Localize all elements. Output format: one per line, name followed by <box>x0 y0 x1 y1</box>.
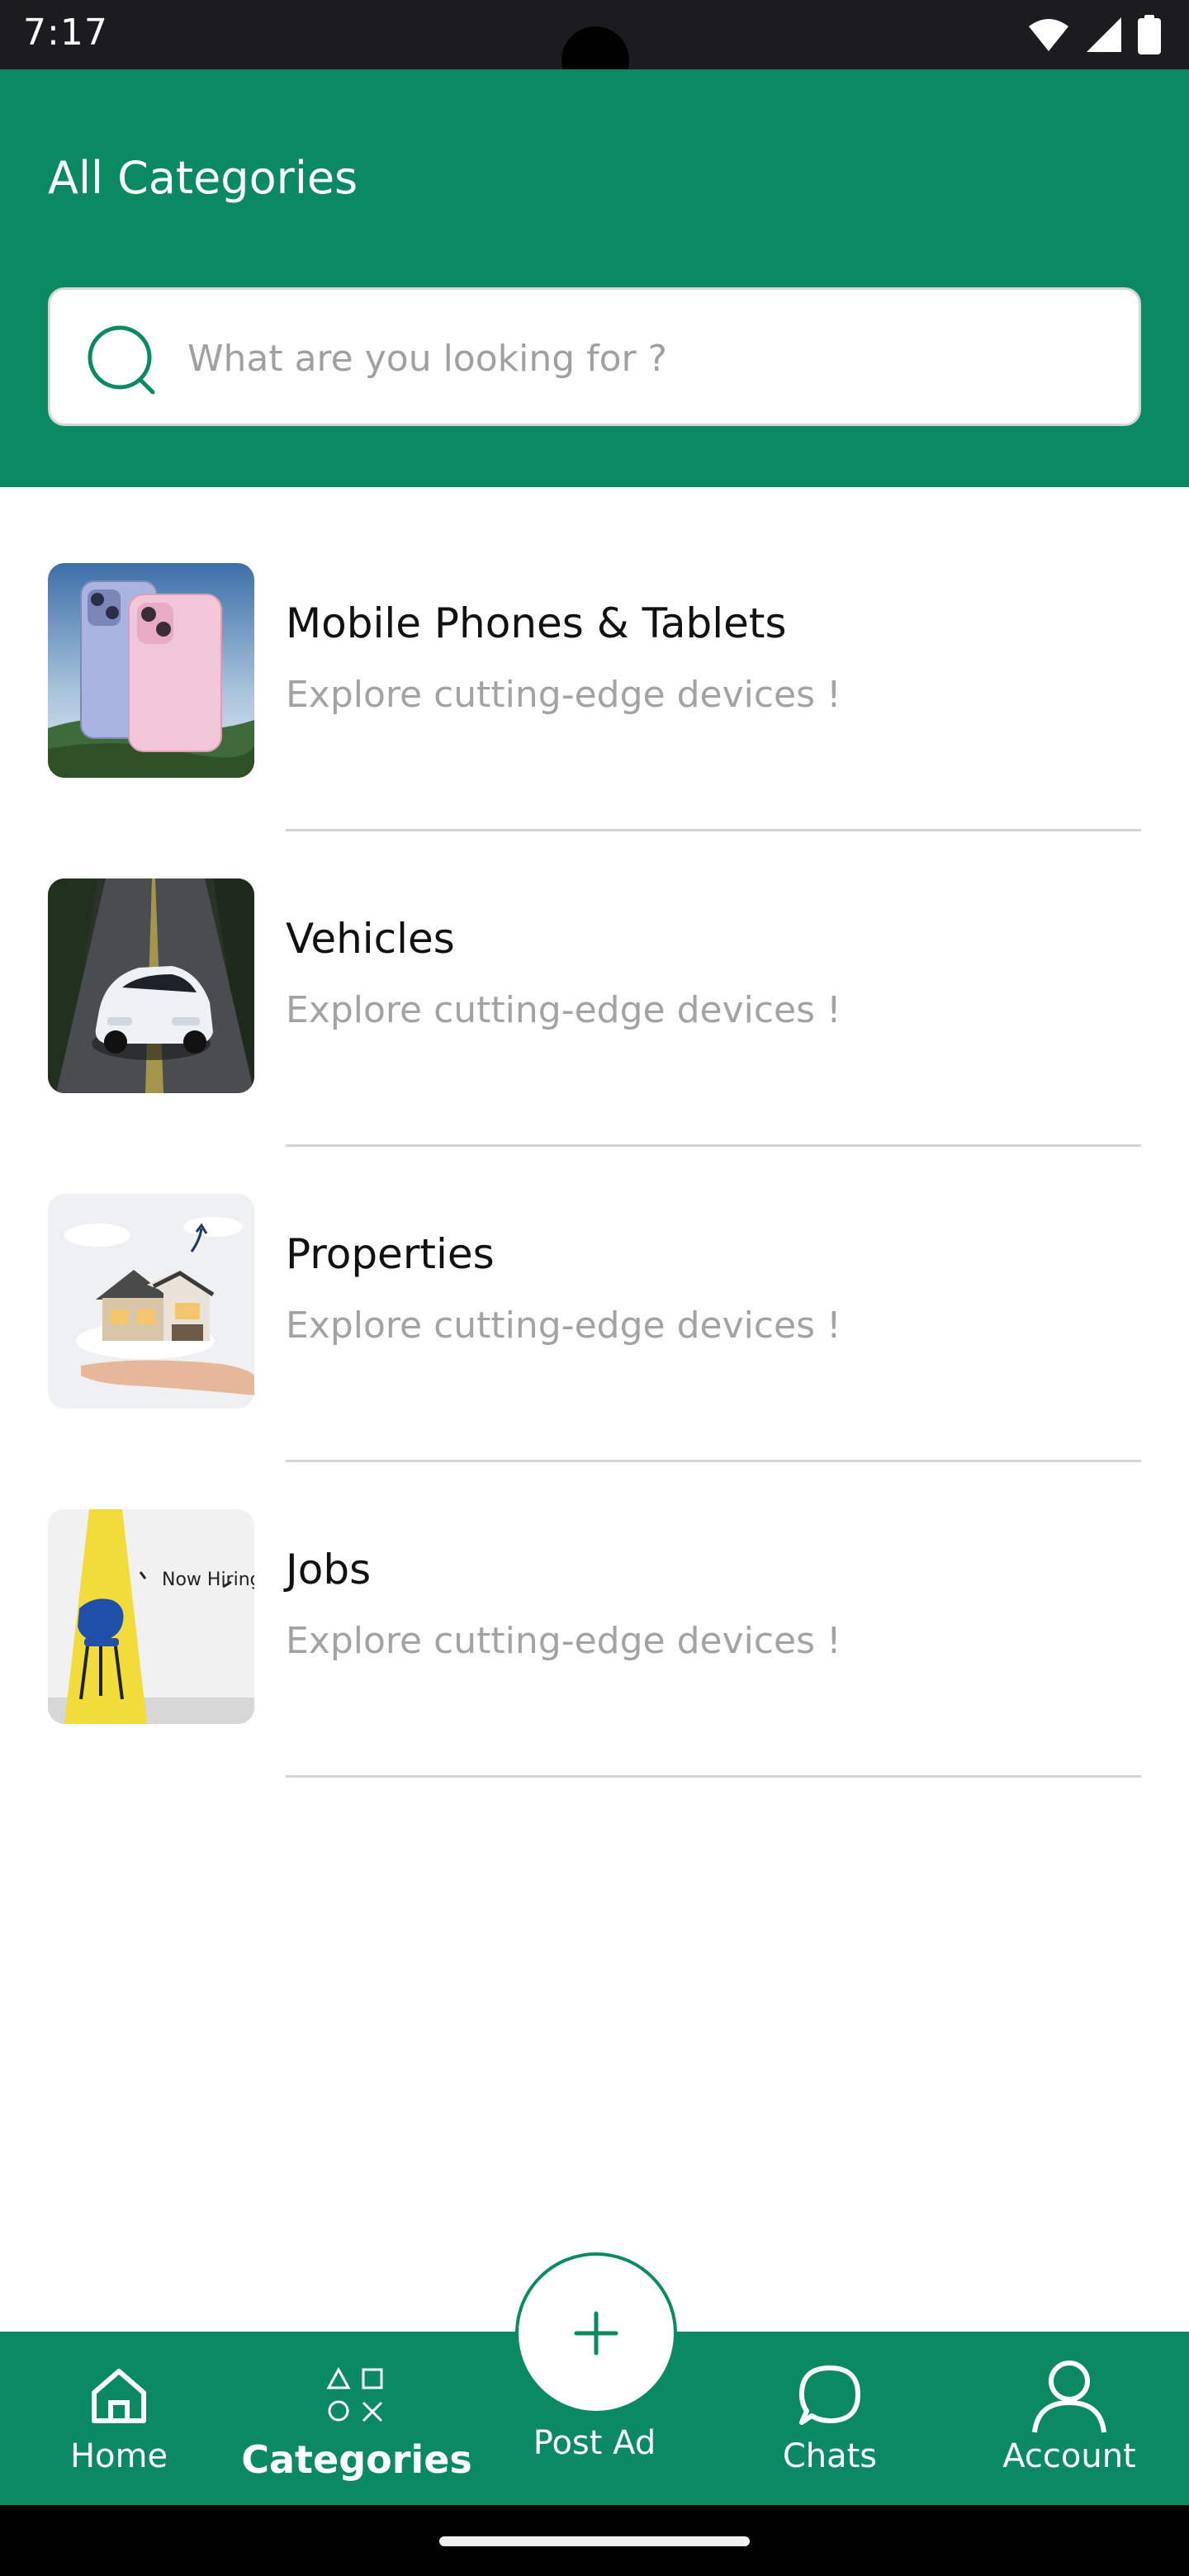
nav-account[interactable]: Account <box>991 2332 1148 2505</box>
wifi-icon <box>1029 19 1068 51</box>
category-text: Mobile Phones & Tablets Explore cutting-… <box>286 603 841 713</box>
now-hiring-text: Now Hiring <box>162 1570 254 1590</box>
category-name: Mobile Phones & Tablets <box>286 599 787 647</box>
nav-home[interactable]: Home <box>53 2332 185 2505</box>
nav-categories-label: Categories <box>241 2437 472 2482</box>
category-text: Jobs Explore cutting-edge devices ! <box>286 1549 841 1660</box>
home-icon <box>78 2355 160 2437</box>
search-bar[interactable] <box>48 287 1141 426</box>
search-input[interactable] <box>187 323 1112 394</box>
status-time: 7:17 <box>23 12 108 54</box>
status-icons <box>1027 13 1161 56</box>
categories-icon <box>315 2355 398 2437</box>
battery-icon <box>1138 15 1161 54</box>
search-icon <box>88 325 155 395</box>
post-ad-label: Post Ad <box>533 2424 656 2462</box>
signal-icon <box>1087 17 1121 52</box>
category-description: Explore cutting-edge devices ! <box>286 674 841 716</box>
header: All Categories <box>0 69 1189 487</box>
user-icon <box>1028 2355 1111 2437</box>
nav-chats[interactable]: Chats <box>768 2332 892 2505</box>
category-text: Properties Explore cutting-edge devices … <box>286 1234 841 1344</box>
category-item-properties[interactable]: Properties Explore cutting-edge devices … <box>0 1118 1189 1462</box>
category-description: Explore cutting-edge devices ! <box>286 1305 841 1347</box>
category-text: Vehicles Explore cutting-edge devices ! <box>286 918 841 1029</box>
house-image <box>48 1194 254 1409</box>
category-name: Jobs <box>286 1546 372 1593</box>
car-image <box>48 878 254 1093</box>
nav-home-label: Home <box>69 2437 168 2475</box>
category-list: Mobile Phones & Tablets Explore cutting-… <box>0 487 1189 1778</box>
category-item-vehicles[interactable]: Vehicles Explore cutting-edge devices ! <box>0 803 1189 1147</box>
chat-icon <box>789 2355 871 2437</box>
phones-image <box>48 563 254 778</box>
plus-icon <box>574 2311 618 2356</box>
gesture-area <box>0 2505 1189 2576</box>
status-bar: 7:17 <box>0 0 1189 94</box>
category-item-jobs[interactable]: Now Hiring Jobs Explore cutting-edge dev… <box>0 1433 1189 1778</box>
category-description: Explore cutting-edge devices ! <box>286 1620 841 1662</box>
home-gesture-bar[interactable] <box>439 2536 750 2546</box>
category-description: Explore cutting-edge devices ! <box>286 989 841 1031</box>
page-title: All Categories <box>48 152 358 204</box>
now-hiring-image: Now Hiring <box>48 1509 254 1724</box>
post-ad-button[interactable] <box>515 2252 677 2414</box>
divider <box>286 1775 1141 1778</box>
nav-categories[interactable]: Categories <box>241 2332 472 2505</box>
category-name: Vehicles <box>286 915 455 963</box>
nav-chats-label: Chats <box>782 2437 878 2475</box>
category-item-mobile-phones[interactable]: Mobile Phones & Tablets Explore cutting-… <box>0 487 1189 831</box>
nav-account-label: Account <box>1002 2437 1136 2475</box>
category-name: Properties <box>286 1230 495 1278</box>
